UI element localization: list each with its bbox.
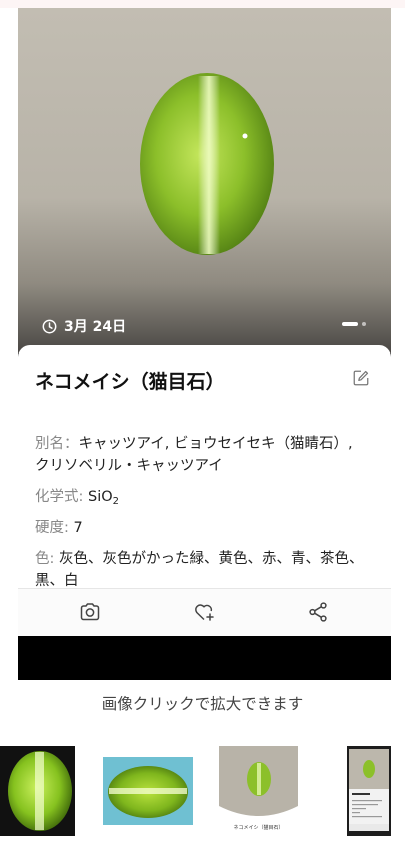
thumbnail-gem-dark[interactable] [0,746,75,836]
alias-value: キャッツアイ, ビョウセイセキ（猫睛石）, クリソベリル・キャッツアイ [35,436,353,474]
carousel-dot [362,322,366,326]
formula-value: SiO2 [88,489,120,507]
detail-card: ネコメイシ（猫目石） 別名：キャッツアイ, ビョウセイセキ（猫睛石）, クリソベ… [18,345,391,588]
info-row-formula: 化学式: SiO2 [35,486,365,508]
app-screenshot: 3月 24日 ネコメイシ（猫目石） 別名：キャッツアイ, ビョウセイセキ（猫睛石… [18,8,391,680]
camera-icon[interactable] [78,600,102,624]
date-text: 3月 24日 [64,319,127,335]
thumbnail-gem-dark-image [8,751,72,831]
carousel-dot-active [342,322,358,326]
action-bar [18,588,391,636]
share-icon[interactable] [306,600,330,624]
clock-icon [42,319,57,333]
top-divider [0,0,405,8]
zoom-hint-caption: 画像クリックで拡大できます [101,695,304,713]
color-value: 灰色、灰色がかった緑、黄色、赤、青、茶色、黒、白 [35,551,364,588]
edit-icon[interactable] [352,369,370,387]
date-label: 3月 24日 [42,316,126,336]
info-row-color: 色: 灰色、灰色がかった緑、黄色、赤、青、茶色、黒、白 [35,548,365,588]
formula-label: 化学式: [35,489,84,505]
hardness-label: 硬度: [35,520,69,536]
info-row-hardness: 硬度: 7 [35,517,365,539]
cats-eye-gem-image [140,73,274,255]
thumbnail-gem-blue[interactable] [103,757,193,825]
hero-image[interactable]: 3月 24日 [18,8,391,353]
thumbnail-gem-screenshot[interactable]: ネコメイシ（猫目石） [219,746,298,833]
color-label: 色: [35,551,55,567]
thumbnail-gem-blue-image [108,766,188,818]
stone-title: ネコメイシ（猫目石） [35,371,225,393]
carousel-indicator [342,322,366,326]
info-row-alias: 別名：キャッツアイ, ビョウセイセキ（猫睛石）, クリソベリル・キャッツアイ [35,433,365,477]
heart-plus-icon[interactable] [192,600,216,624]
formula-main: SiO [88,489,113,505]
thumbnail-gem-screenshot-image [219,746,298,816]
alias-label: 別名： [35,436,79,452]
thumbnail-full-screenshot-image [347,746,391,836]
hardness-value: 7 [73,520,83,536]
bottom-black-band [18,636,391,680]
thumbnail-full-screenshot[interactable] [347,746,391,836]
formula-subscript: 2 [112,496,120,507]
thumbnail-caption: ネコメイシ（猫目石） [233,825,284,831]
stone-info: 別名：キャッツアイ, ビョウセイセキ（猫睛石）, クリソベリル・キャッツアイ 化… [35,433,365,588]
